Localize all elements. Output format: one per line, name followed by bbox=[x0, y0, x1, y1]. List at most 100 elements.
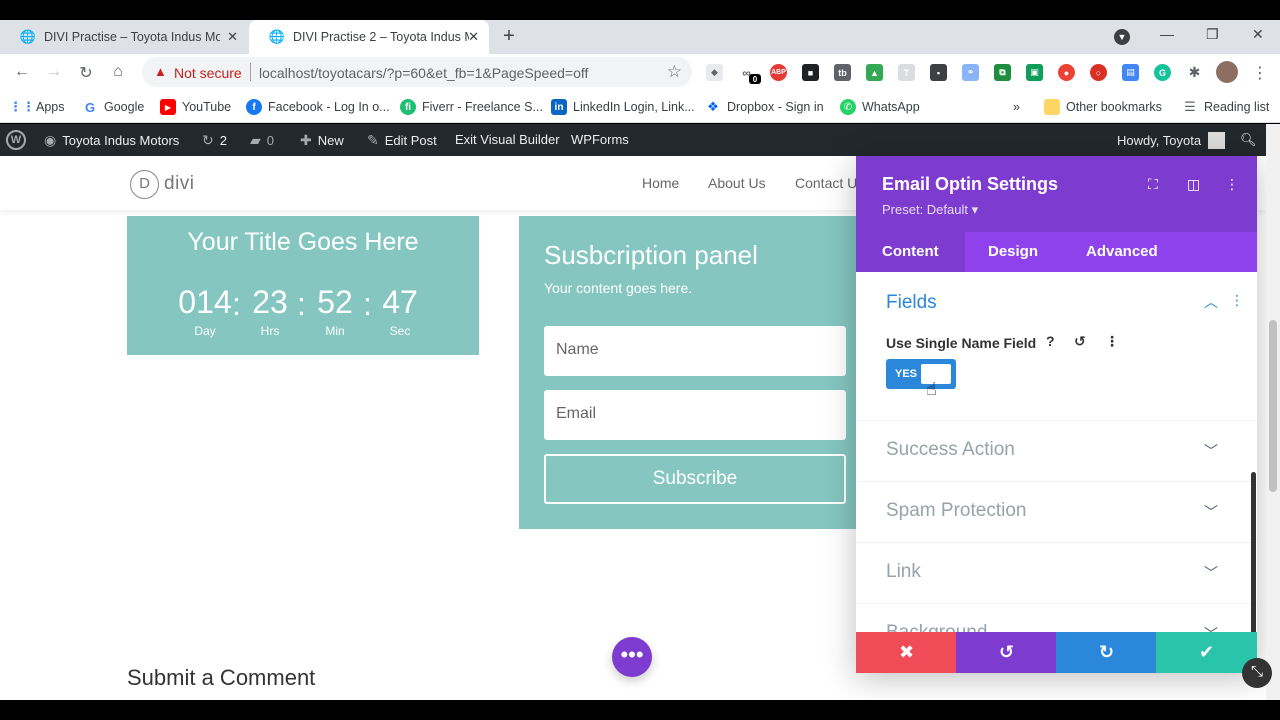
security-label[interactable]: Not secure bbox=[174, 65, 242, 81]
bookmark-youtube[interactable]: ▶ YouTube bbox=[160, 97, 231, 117]
pencil-icon: ✎ bbox=[367, 132, 379, 148]
fullscreen-icon[interactable]: ⛶ bbox=[1148, 176, 1158, 193]
divi-logo-text[interactable]: divi bbox=[164, 173, 195, 195]
reset-icon[interactable]: ↺ bbox=[1074, 333, 1086, 350]
minimize-icon[interactable]: — bbox=[1160, 26, 1174, 42]
forward-arrow-icon[interactable]: → bbox=[44, 63, 64, 81]
section-background[interactable]: Background ﹀ bbox=[856, 603, 1257, 632]
ext-icon[interactable]: ⚭ bbox=[962, 64, 979, 81]
address-bar[interactable]: ▲ Not secure localhost/toyotacars/?p=60&… bbox=[142, 57, 692, 87]
ext-icon[interactable]: ▪ bbox=[930, 64, 947, 81]
close-icon[interactable]: ✕ bbox=[468, 29, 479, 45]
bookmark-other[interactable]: Other bookmarks bbox=[1044, 97, 1162, 117]
bookmark-dropbox[interactable]: ❖ Dropbox - Sign in bbox=[705, 97, 824, 117]
settings-footer: ✖ ↺ ↻ ✔ bbox=[856, 632, 1257, 673]
new-tab-plus-icon[interactable]: + bbox=[498, 26, 520, 48]
email-input[interactable]: Email bbox=[544, 390, 846, 440]
bookmark-star-icon[interactable]: ☆ bbox=[667, 62, 682, 82]
restore-icon[interactable]: ❐ bbox=[1206, 26, 1219, 43]
wp-site-name[interactable]: ◉ Toyota Indus Motors bbox=[44, 132, 179, 149]
redo-button[interactable]: ↻ bbox=[1056, 632, 1157, 673]
bookmark-facebook[interactable]: f Facebook - Log In o... bbox=[246, 97, 390, 117]
wp-exit-visual-builder[interactable]: Exit Visual Builder bbox=[455, 132, 560, 147]
ext-icon[interactable]: ▲ bbox=[866, 64, 883, 81]
ext-icon[interactable]: ⧉ bbox=[994, 64, 1011, 81]
scrollbar-thumb[interactable] bbox=[1269, 320, 1277, 492]
ext-icon[interactable]: T bbox=[898, 64, 915, 81]
section-link[interactable]: Link ﹀ bbox=[856, 542, 1257, 603]
chevron-up-icon[interactable]: ︿ bbox=[1204, 292, 1218, 312]
split-view-icon[interactable]: ◫ bbox=[1187, 176, 1200, 193]
bookmark-whatsapp[interactable]: ✆ WhatsApp bbox=[840, 97, 920, 117]
fields-section-title[interactable]: Fields bbox=[886, 292, 937, 314]
browser-tab-2[interactable]: 🌐 DIVI Practise 2 – Toyota Indus Mo ✕ bbox=[249, 20, 489, 54]
save-button[interactable]: ✔ bbox=[1156, 632, 1257, 673]
ext-icon[interactable]: tb bbox=[834, 64, 851, 81]
more-vertical-icon[interactable]: ⋮ bbox=[1105, 333, 1119, 350]
url-text[interactable]: localhost/toyotacars/?p=60&et_fb=1&PageS… bbox=[259, 65, 588, 81]
undo-button[interactable]: ↺ bbox=[956, 632, 1057, 673]
page-scrollbar[interactable] bbox=[1266, 124, 1280, 700]
ext-badge: 0 bbox=[749, 74, 761, 84]
single-name-field-toggle[interactable]: YES bbox=[886, 359, 956, 389]
grammarly-icon[interactable]: G bbox=[1154, 64, 1171, 81]
preset-dropdown[interactable]: Preset: Default ▾ bbox=[882, 202, 978, 218]
ext-icon[interactable]: ■ bbox=[802, 64, 819, 81]
section-success-action[interactable]: Success Action ﹀ bbox=[856, 420, 1257, 481]
screen: 🌐 DIVI Practise – Toyota Indus Moto ✕ 🌐 … bbox=[0, 0, 1280, 720]
ext-icon[interactable]: ○ bbox=[1090, 64, 1107, 81]
section-spam-protection[interactable]: Spam Protection ﹀ bbox=[856, 481, 1257, 542]
bookmark-label: WhatsApp bbox=[862, 100, 920, 114]
wp-wpforms[interactable]: WPForms bbox=[571, 132, 629, 147]
home-icon[interactable]: ⌂ bbox=[108, 63, 128, 81]
tab-advanced[interactable]: Advanced bbox=[1060, 232, 1184, 272]
profile-avatar[interactable] bbox=[1216, 61, 1238, 83]
wp-comments[interactable]: ▰ 0 bbox=[250, 132, 274, 149]
facebook-icon: f bbox=[246, 99, 262, 115]
tab-search-icon[interactable]: ▼ bbox=[1114, 29, 1130, 45]
bookmarks-overflow[interactable]: » bbox=[1013, 97, 1020, 117]
adblock-icon[interactable]: ABP bbox=[770, 64, 787, 81]
window-close-icon[interactable]: ✕ bbox=[1252, 26, 1264, 43]
more-vertical-icon[interactable]: ⋮ bbox=[1225, 176, 1239, 193]
resize-arrows-icon[interactable]: ⤡ bbox=[1242, 658, 1272, 688]
divi-logo-mark[interactable]: D bbox=[130, 170, 159, 199]
nav-about-us[interactable]: About Us bbox=[708, 175, 766, 191]
tab-design[interactable]: Design bbox=[962, 232, 1064, 272]
wp-search-icon[interactable]: 🔍︎ bbox=[1240, 132, 1257, 148]
help-question-icon[interactable]: ? bbox=[1046, 333, 1055, 349]
wp-howdy[interactable]: Howdy, Toyota bbox=[1117, 132, 1226, 149]
name-input[interactable]: Name bbox=[544, 326, 846, 376]
ext-icon[interactable]: ● bbox=[1058, 64, 1075, 81]
reload-icon[interactable]: ↻ bbox=[76, 63, 96, 83]
subscribe-button[interactable]: Subscribe bbox=[544, 454, 846, 504]
wp-admin-bar: W ◉ Toyota Indus Motors ↻ 2 ▰ 0 ✚ New ✎ Edit … bbox=[0, 124, 1266, 156]
countdown-hours: 23 bbox=[252, 284, 288, 320]
ext-icon[interactable]: ▤ bbox=[1122, 64, 1139, 81]
wp-new[interactable]: ✚ New bbox=[300, 132, 344, 149]
bookmark-google[interactable]: G Google bbox=[82, 97, 144, 117]
ext-icon[interactable]: ▣ bbox=[1026, 64, 1043, 81]
panel-scrollbar[interactable] bbox=[1251, 472, 1256, 632]
tab-content[interactable]: Content bbox=[856, 232, 965, 272]
countdown-timer[interactable]: Your Title Goes Here 014 : 23 : 52 : 47 … bbox=[127, 216, 479, 355]
bookmark-reading-list[interactable]: ☰ Reading list bbox=[1182, 97, 1269, 117]
back-arrow-icon[interactable]: ← bbox=[12, 63, 32, 81]
bookmark-apps[interactable]: ⋮⋮ Apps bbox=[9, 97, 65, 117]
more-vertical-icon[interactable]: ⋮ bbox=[1230, 292, 1244, 309]
shield-ext-icon[interactable]: ◆ bbox=[706, 64, 723, 81]
bookmark-linkedin[interactable]: in LinkedIn Login, Link... bbox=[551, 97, 695, 117]
nav-contact-us[interactable]: Contact U bbox=[795, 175, 857, 191]
builder-menu-dots-button[interactable]: ••• bbox=[612, 637, 652, 677]
more-vertical-icon[interactable]: ⋮ bbox=[1250, 63, 1270, 83]
nav-home[interactable]: Home bbox=[642, 175, 679, 191]
extensions-puzzle-icon[interactable]: ✱ bbox=[1186, 64, 1203, 81]
wp-edit-post[interactable]: ✎ Edit Post bbox=[367, 132, 437, 149]
close-icon[interactable]: ✕ bbox=[227, 29, 238, 45]
wp-updates[interactable]: ↻ 2 bbox=[202, 132, 227, 149]
bookmark-fiverr[interactable]: fi Fiverr - Freelance S... bbox=[400, 97, 543, 117]
discard-button[interactable]: ✖ bbox=[856, 632, 957, 673]
email-optin-module[interactable]: Susbcription panel Your content goes her… bbox=[519, 216, 859, 529]
wordpress-logo-icon[interactable]: W bbox=[6, 130, 26, 150]
browser-tab-1[interactable]: 🌐 DIVI Practise – Toyota Indus Moto ✕ bbox=[0, 20, 248, 54]
